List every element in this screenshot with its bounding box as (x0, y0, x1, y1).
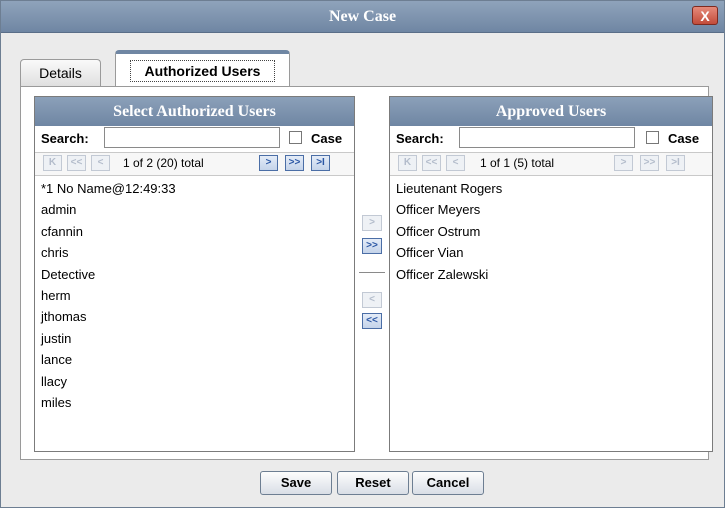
list-item[interactable]: Officer Vian (396, 242, 712, 263)
add-one-icon[interactable]: > (362, 215, 382, 231)
right-search-row: Search: Case (390, 126, 712, 152)
tab-details-label: Details (39, 65, 82, 81)
left-items: *1 No Name@12:49:33 admin cfannin chris … (35, 176, 354, 413)
left-search-label: Search: (41, 131, 89, 146)
list-item[interactable]: Detective (41, 264, 354, 285)
dialog-title: New Case (328, 8, 397, 25)
list-item[interactable]: Officer Meyers (396, 199, 712, 220)
left-pager: K << < 1 of 2 (20) total > >> >I (35, 152, 354, 176)
next-icon[interactable]: > (259, 155, 278, 171)
right-search-input[interactable] (459, 127, 635, 148)
right-pager-text: 1 of 1 (5) total (480, 156, 555, 170)
prev-page-icon[interactable]: << (422, 155, 441, 171)
right-list-header: Approved Users (390, 97, 712, 126)
next-page-icon[interactable]: >> (285, 155, 304, 171)
save-button[interactable]: Save (260, 471, 332, 495)
left-case-label: Case (311, 131, 343, 146)
list-item[interactable]: admin (41, 199, 354, 220)
list-item[interactable]: lance (41, 349, 354, 370)
close-icon: X (700, 8, 710, 24)
tab-details[interactable]: Details (20, 59, 101, 87)
list-item[interactable]: cfannin (41, 221, 354, 242)
list-item[interactable]: justin (41, 328, 354, 349)
add-all-icon[interactable]: >> (362, 238, 382, 254)
list-item[interactable]: llacy (41, 371, 354, 392)
remove-one-icon[interactable]: < (362, 292, 382, 308)
first-page-icon[interactable]: K (43, 155, 62, 171)
prev-page-icon[interactable]: << (67, 155, 86, 171)
cancel-button[interactable]: Cancel (412, 471, 484, 495)
prev-icon[interactable]: < (91, 155, 110, 171)
right-items: Lieutenant Rogers Officer Meyers Officer… (390, 176, 712, 285)
remove-all-icon[interactable]: << (362, 313, 382, 329)
next-icon[interactable]: > (614, 155, 633, 171)
last-page-icon[interactable]: >I (311, 155, 330, 171)
approved-users-list: Approved Users Search: Case K << < 1 of … (389, 96, 713, 452)
right-case-checkbox[interactable] (646, 131, 659, 144)
select-authorized-users-list: Select Authorized Users Search: Case K <… (34, 96, 355, 452)
first-page-icon[interactable]: K (398, 155, 417, 171)
tab-authorized-users-label: Authorized Users (129, 60, 276, 82)
list-item[interactable]: miles (41, 392, 354, 413)
close-button[interactable]: X (692, 6, 718, 25)
move-divider (359, 272, 385, 273)
right-case-label: Case (668, 131, 700, 146)
prev-icon[interactable]: < (446, 155, 465, 171)
last-page-icon[interactable]: >I (666, 155, 685, 171)
left-pager-text: 1 of 2 (20) total (123, 156, 204, 170)
list-item[interactable]: jthomas (41, 306, 354, 327)
left-search-input[interactable] (104, 127, 280, 148)
left-list-header: Select Authorized Users (35, 97, 354, 126)
right-search-label: Search: (396, 131, 444, 146)
title-bar[interactable]: New Case X (1, 1, 724, 33)
list-item[interactable]: Lieutenant Rogers (396, 178, 712, 199)
reset-button[interactable]: Reset (337, 471, 409, 495)
left-search-row: Search: Case (35, 126, 354, 152)
list-item[interactable]: Officer Ostrum (396, 221, 712, 242)
right-pager: K << < 1 of 1 (5) total > >> >I (390, 152, 712, 176)
list-item[interactable]: *1 No Name@12:49:33 (41, 178, 354, 199)
list-item[interactable]: Officer Zalewski (396, 264, 712, 285)
tab-authorized-users[interactable]: Authorized Users (115, 50, 290, 87)
left-case-checkbox[interactable] (289, 131, 302, 144)
list-item[interactable]: herm (41, 285, 354, 306)
list-item[interactable]: chris (41, 242, 354, 263)
next-page-icon[interactable]: >> (640, 155, 659, 171)
